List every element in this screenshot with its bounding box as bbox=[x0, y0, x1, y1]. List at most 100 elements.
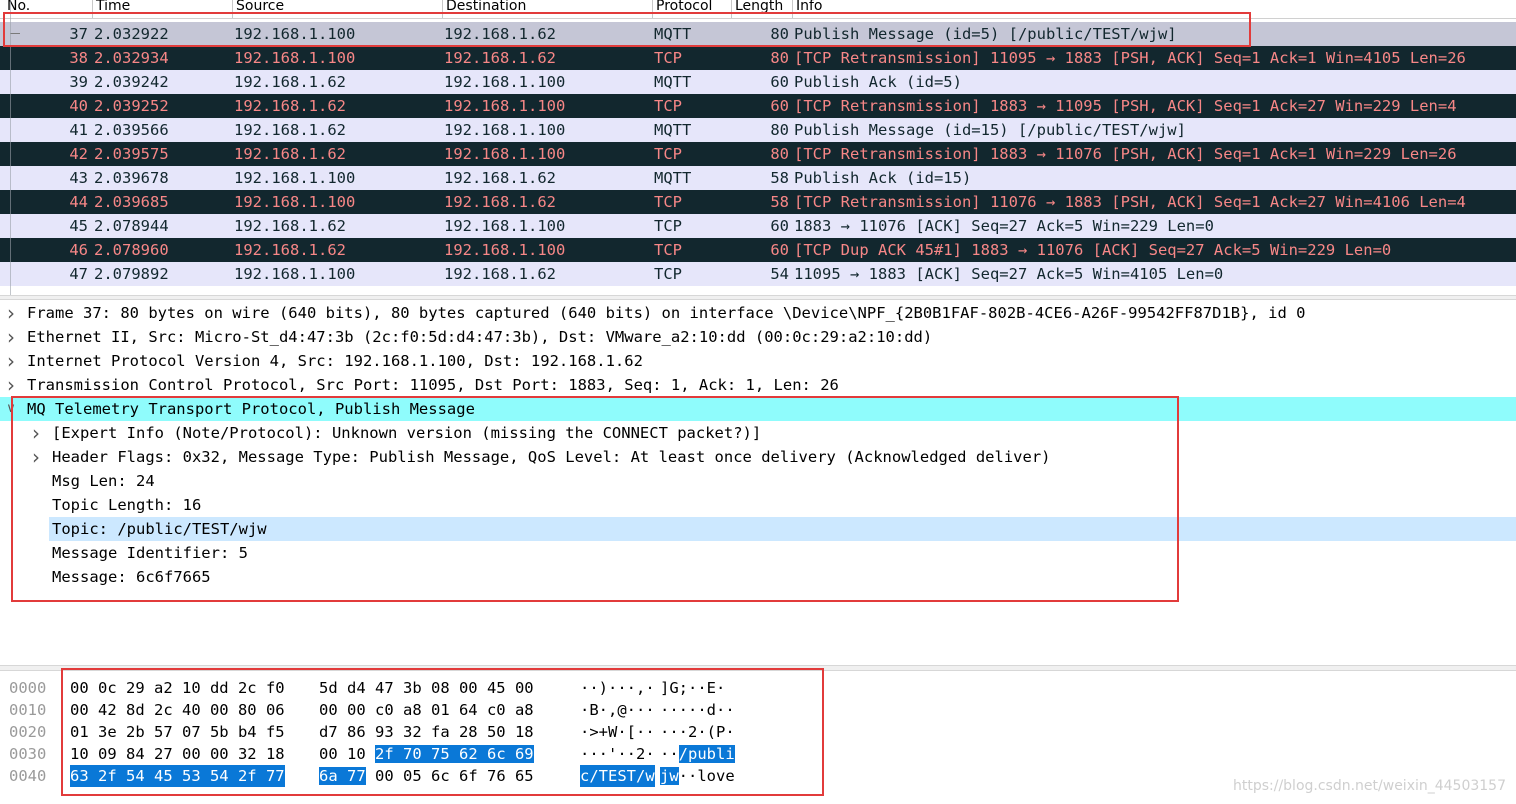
watermark: https://blog.csdn.net/weixin_44503157 bbox=[1232, 778, 1506, 794]
packet-len: 54 bbox=[770, 265, 789, 283]
packet-row[interactable]: 37 2.032922 192.168.1.100 192.168.1.62 MQTT 8… bbox=[0, 22, 1516, 46]
chevron-right-icon[interactable]: › bbox=[4, 325, 18, 349]
packet-info: [TCP Retransmission] 1883 → 11095 [PSH, … bbox=[794, 97, 1457, 115]
packet-row[interactable]: 41 2.039566 192.168.1.62 192.168.1.100 MQTT 8… bbox=[0, 118, 1516, 142]
packet-info: [TCP Retransmission] 11076 → 1883 [PSH, … bbox=[794, 193, 1466, 211]
packet-dst: 192.168.1.62 bbox=[444, 193, 556, 211]
packet-dst: 192.168.1.62 bbox=[444, 169, 556, 187]
packet-info: 11095 → 1883 [ACK] Seq=27 Ack=5 Win=4105… bbox=[794, 265, 1224, 283]
packet-row[interactable]: 46 2.078960 192.168.1.62 192.168.1.100 TCP 60… bbox=[0, 238, 1516, 262]
detail-text: Message Identifier: 5 bbox=[52, 544, 248, 562]
chevron-right-icon[interactable]: › bbox=[29, 445, 43, 469]
packet-proto: TCP bbox=[654, 265, 682, 283]
chevron-down-icon[interactable]: ∨ bbox=[4, 397, 18, 421]
packet-no: 39 bbox=[69, 73, 88, 91]
column-time[interactable]: Time bbox=[92, 0, 130, 18]
packet-row[interactable]: 43 2.039678 192.168.1.100 192.168.1.62 MQTT 5… bbox=[0, 166, 1516, 190]
packet-src: 192.168.1.62 bbox=[234, 73, 346, 91]
packet-len: 80 bbox=[770, 121, 789, 139]
detail-row[interactable]: Message Identifier: 5 bbox=[0, 541, 1516, 565]
detail-row[interactable]: › Internet Protocol Version 4, Src: 192.1… bbox=[0, 349, 1516, 373]
column-destination[interactable]: Destination bbox=[442, 0, 526, 18]
packet-dst: 192.168.1.62 bbox=[444, 25, 556, 43]
detail-text: Frame 37: 80 bytes on wire (640 bits), 8… bbox=[27, 304, 1306, 322]
packet-dst: 192.168.1.100 bbox=[444, 121, 566, 139]
column-length[interactable]: Length bbox=[731, 0, 783, 18]
packet-src: 192.168.1.100 bbox=[234, 49, 356, 67]
packet-row[interactable]: 42 2.039575 192.168.1.62 192.168.1.100 TCP 80… bbox=[0, 142, 1516, 166]
packet-len: 60 bbox=[770, 217, 789, 235]
packet-proto: TCP bbox=[654, 241, 682, 259]
chevron-right-icon[interactable]: › bbox=[29, 421, 43, 445]
detail-text: Message: 6c6f7665 bbox=[52, 568, 211, 586]
detail-row[interactable]: › Ethernet II, Src: Micro-St_d4:47:3b (2c… bbox=[0, 325, 1516, 349]
selected-marker bbox=[10, 33, 20, 34]
detail-text: Header Flags: 0x32, Message Type: Publis… bbox=[52, 448, 1051, 466]
packet-dst: 192.168.1.100 bbox=[444, 145, 566, 163]
packet-row[interactable]: 38 2.032934 192.168.1.100 192.168.1.62 TCP 80… bbox=[0, 46, 1516, 70]
packet-row[interactable]: 45 2.078944 192.168.1.62 192.168.1.100 TCP 60… bbox=[0, 214, 1516, 238]
column-no[interactable]: No. bbox=[4, 0, 30, 18]
packet-row[interactable]: 40 2.039252 192.168.1.62 192.168.1.100 TCP 60… bbox=[0, 94, 1516, 118]
detail-row[interactable]: Msg Len: 24 bbox=[0, 469, 1516, 493]
packet-list[interactable]: No. Time Source Destination Protocol Len… bbox=[0, 0, 1516, 295]
packet-src: 192.168.1.100 bbox=[234, 169, 356, 187]
packet-no: 41 bbox=[69, 121, 88, 139]
detail-row[interactable]: › Frame 37: 80 bytes on wire (640 bits), … bbox=[0, 301, 1516, 325]
packet-proto: MQTT bbox=[654, 25, 692, 43]
packet-dst: 192.168.1.100 bbox=[444, 217, 566, 235]
packet-dst: 192.168.1.100 bbox=[444, 73, 566, 91]
detail-row[interactable]: Topic Length: 16 bbox=[0, 493, 1516, 517]
detail-text: Topic Length: 16 bbox=[52, 496, 202, 514]
detail-text: MQ Telemetry Transport Protocol, Publish… bbox=[27, 400, 475, 418]
packet-proto: TCP bbox=[654, 217, 682, 235]
detail-text: Transmission Control Protocol, Src Port:… bbox=[27, 376, 839, 394]
packet-list-header: No. Time Source Destination Protocol Len… bbox=[0, 0, 1516, 19]
detail-row[interactable]: › Transmission Control Protocol, Src Port… bbox=[0, 373, 1516, 397]
column-protocol[interactable]: Protocol bbox=[652, 0, 712, 18]
detail-row[interactable]: ∨ MQ Telemetry Transport Protocol, Publis… bbox=[0, 397, 1516, 421]
packet-row[interactable]: 44 2.039685 192.168.1.100 192.168.1.62 TCP 58… bbox=[0, 190, 1516, 214]
chevron-right-icon[interactable]: › bbox=[4, 373, 18, 397]
packet-time: 2.039566 bbox=[94, 121, 169, 139]
packet-no: 45 bbox=[69, 217, 88, 235]
detail-text: [Expert Info (Note/Protocol): Unknown ve… bbox=[52, 424, 762, 442]
packet-info: [TCP Dup ACK 45#1] 1883 → 11076 [ACK] Se… bbox=[794, 241, 1392, 259]
packet-info: [TCP Retransmission] 11095 → 1883 [PSH, … bbox=[794, 49, 1466, 67]
packet-no: 43 bbox=[69, 169, 88, 187]
packet-no: 37 bbox=[69, 25, 88, 43]
selected-ascii: jw bbox=[660, 767, 679, 785]
packet-dst: 192.168.1.100 bbox=[444, 97, 566, 115]
detail-row[interactable]: › Header Flags: 0x32, Message Type: Publi… bbox=[0, 445, 1516, 469]
packet-row[interactable]: 39 2.039242 192.168.1.62 192.168.1.100 MQTT 6… bbox=[0, 70, 1516, 94]
packet-bytes[interactable]: 0000 00 0c 29 a2 10 dd 2c f0 5d d4 47 3b… bbox=[0, 671, 1516, 804]
packet-proto: TCP bbox=[654, 145, 682, 163]
packet-src: 192.168.1.100 bbox=[234, 193, 356, 211]
detail-row[interactable]: › [Expert Info (Note/Protocol): Unknown v… bbox=[0, 421, 1516, 445]
packet-info: 1883 → 11076 [ACK] Seq=27 Ack=5 Win=229 … bbox=[794, 217, 1214, 235]
chevron-right-icon[interactable]: › bbox=[4, 349, 18, 373]
packet-time: 2.078944 bbox=[94, 217, 169, 235]
packet-src: 192.168.1.62 bbox=[234, 217, 346, 235]
packet-info: Publish Ack (id=15) bbox=[794, 169, 972, 187]
packet-len: 60 bbox=[770, 73, 789, 91]
selected-field-highlight bbox=[49, 517, 1516, 541]
packet-proto: MQTT bbox=[654, 121, 692, 139]
selected-bytes[interactable]: 63 2f 54 45 53 54 2f 77 bbox=[70, 765, 285, 787]
selected-ascii[interactable]: c/TEST/w bbox=[580, 765, 655, 787]
column-info[interactable]: Info bbox=[792, 0, 823, 18]
column-source[interactable]: Source bbox=[232, 0, 284, 18]
packet-info: Publish Message (id=5) [/public/TEST/wjw… bbox=[794, 25, 1177, 43]
packet-proto: MQTT bbox=[654, 169, 692, 187]
packet-len: 60 bbox=[770, 97, 789, 115]
packet-proto: TCP bbox=[654, 97, 682, 115]
detail-row[interactable]: Topic: /public/TEST/wjw bbox=[0, 517, 1516, 541]
packet-row[interactable]: 47 2.079892 192.168.1.100 192.168.1.62 TCP 54… bbox=[0, 262, 1516, 286]
detail-row[interactable]: Message: 6c6f7665 bbox=[0, 565, 1516, 589]
packet-dst: 192.168.1.62 bbox=[444, 49, 556, 67]
packet-len: 80 bbox=[770, 49, 789, 67]
chevron-right-icon[interactable]: › bbox=[4, 301, 18, 325]
packet-details[interactable]: › Frame 37: 80 bytes on wire (640 bits), … bbox=[0, 300, 1516, 665]
packet-no: 38 bbox=[69, 49, 88, 67]
packet-info: [TCP Retransmission] 1883 → 11076 [PSH, … bbox=[794, 145, 1457, 163]
